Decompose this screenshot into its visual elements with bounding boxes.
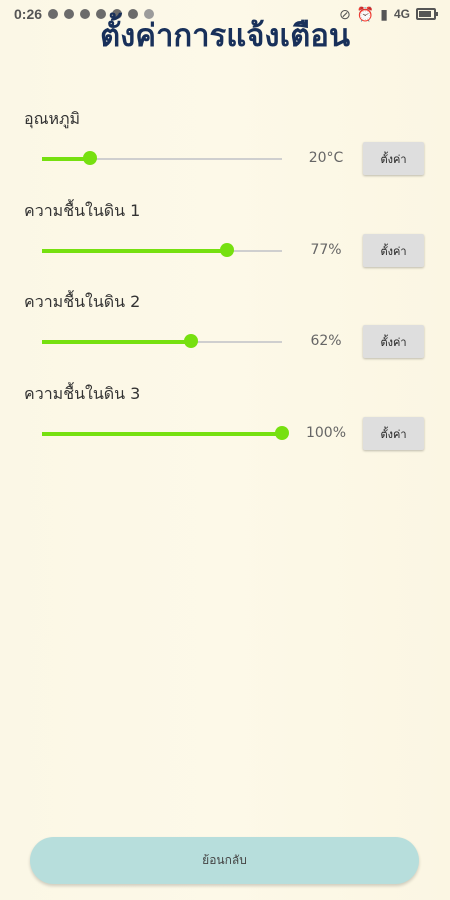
set-button[interactable]: ตั้งค่า [363,142,424,175]
slider-thumb[interactable] [275,426,289,440]
setting-soil-moisture-2: ความชื้นในดิน 2 62% ตั้งค่า [0,291,450,383]
setting-label: ความชื้นในดิน 2 [24,292,141,311]
slider-fill [42,340,191,344]
setting-label: อุณหภูมิ [24,109,81,128]
setting-value: 100% [305,425,347,441]
soil-moisture-2-slider[interactable] [42,334,282,348]
setting-soil-moisture-3: ความชื้นในดิน 3 100% ตั้งค่า [0,383,450,475]
page-title: ตั้งค่าการแจ้งเตือน [99,18,351,54]
slider-fill [42,249,227,253]
setting-value: 62% [310,333,342,349]
soil-moisture-3-slider[interactable] [42,426,289,440]
setting-value: 20°C [308,150,344,166]
setting-soil-moisture-1: ความชื้นในดิน 1 77% ตั้งค่า [0,200,450,292]
set-button[interactable]: ตั้งค่า [363,234,424,267]
setting-label: ความชื้นในดิน 3 [24,384,141,403]
setting-value: 77% [310,242,342,258]
slider-thumb[interactable] [183,334,198,348]
slider-fill [42,432,282,436]
setting-temperature: อุณหภูมิ 20°C ตั้งค่า [0,108,450,200]
slider-thumb[interactable] [83,151,97,165]
back-button[interactable]: ย้อนกลับ [30,837,419,884]
soil-moisture-1-slider[interactable] [42,243,282,257]
set-button[interactable]: ตั้งค่า [363,325,424,358]
set-button[interactable]: ตั้งค่า [363,417,424,450]
setting-label: ความชื้นในดิน 1 [24,201,141,220]
temperature-slider[interactable] [42,151,282,165]
slider-thumb[interactable] [219,243,234,257]
